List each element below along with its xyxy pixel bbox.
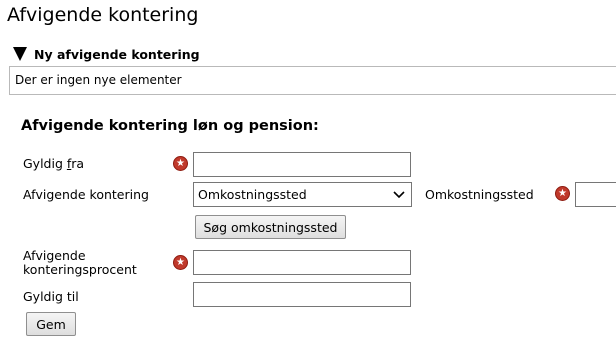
valid-to-input[interactable]	[193, 282, 411, 307]
section-title: Ny afvigende kontering	[34, 46, 200, 62]
triangle-down-icon	[13, 47, 27, 61]
required-star-icon: ★	[173, 255, 188, 270]
deviating-account-label: Afvigende kontering	[23, 187, 149, 202]
valid-to-label: Gyldig til	[23, 289, 79, 304]
cost-center-input[interactable]	[575, 182, 616, 207]
valid-from-input[interactable]	[193, 152, 411, 177]
save-button[interactable]: Gem	[26, 312, 76, 336]
page-title: Afvigende kontering	[7, 4, 199, 26]
cost-center-label: Omkostningssted	[425, 187, 534, 202]
chevron-down-icon	[393, 190, 405, 198]
empty-list-message: Der er ingen nye elementer	[9, 66, 616, 95]
deviating-account-selected: Omkostningssted	[198, 187, 307, 202]
form-title: Afvigende kontering løn og pension:	[21, 118, 319, 134]
percentage-input[interactable]	[193, 250, 411, 275]
section-toggle[interactable]: Ny afvigende kontering	[13, 44, 200, 64]
deviating-account-select[interactable]: Omkostningssted	[193, 182, 412, 207]
search-cost-center-button[interactable]: Søg omkostningssted	[195, 215, 346, 239]
percentage-label: Afvigende konteringsprocent	[23, 248, 137, 277]
valid-from-label: Gyldig fra	[23, 156, 85, 171]
required-star-icon: ★	[173, 156, 188, 171]
required-star-icon: ★	[555, 186, 570, 201]
